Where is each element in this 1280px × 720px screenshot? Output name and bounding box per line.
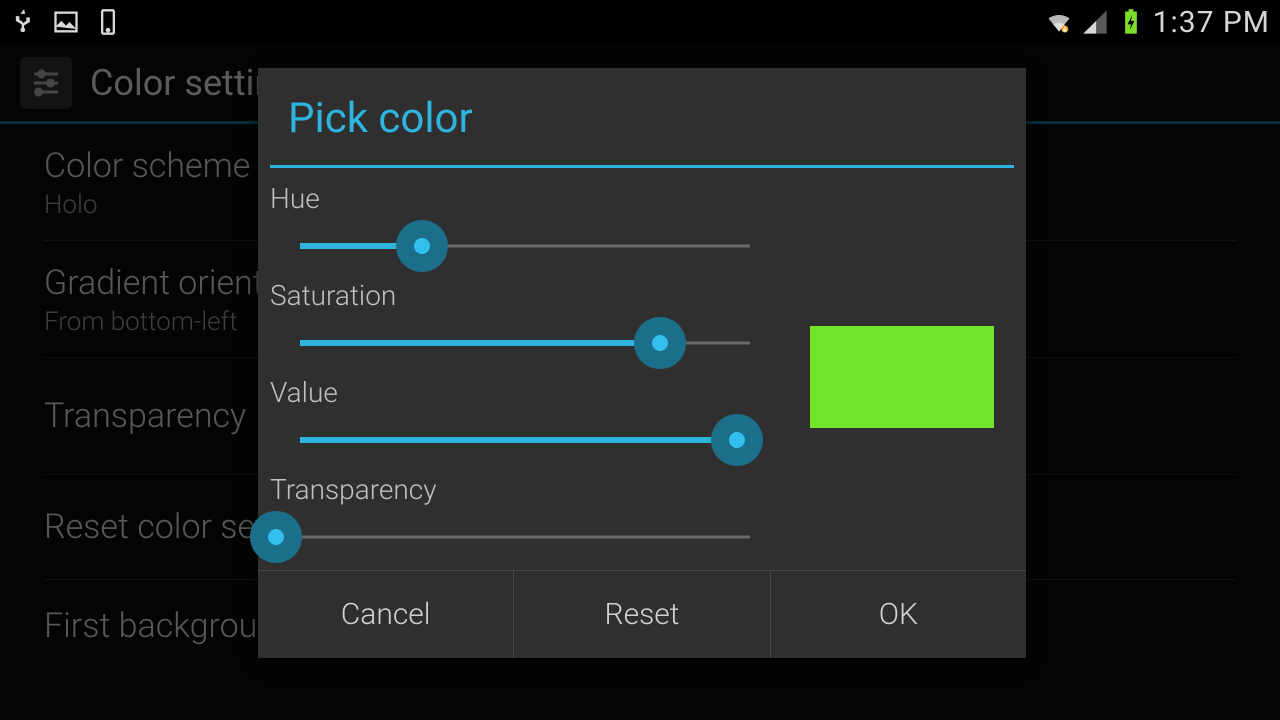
status-clock: 1:37 PM xyxy=(1153,5,1270,40)
saturation-slider[interactable] xyxy=(300,320,750,366)
signal-icon xyxy=(1081,8,1109,36)
value-slider[interactable] xyxy=(300,417,750,463)
hue-slider[interactable] xyxy=(300,223,750,269)
wifi-icon xyxy=(1045,8,1073,36)
transparency-slider[interactable] xyxy=(276,514,750,560)
image-icon xyxy=(52,8,80,36)
pick-color-dialog: Pick color Hue Saturation Value xyxy=(258,68,1026,658)
cancel-button[interactable]: Cancel xyxy=(258,571,514,658)
transparency-label: Transparency xyxy=(270,473,790,506)
hue-label: Hue xyxy=(270,182,790,215)
status-bar: 1:37 PM xyxy=(0,0,1280,44)
reset-button[interactable]: Reset xyxy=(514,571,770,658)
saturation-group: Saturation xyxy=(270,279,790,370)
transparency-group: Transparency xyxy=(270,473,790,564)
dialog-title: Pick color xyxy=(258,68,1026,165)
saturation-label: Saturation xyxy=(270,279,790,312)
value-group: Value xyxy=(270,376,790,467)
value-label: Value xyxy=(270,376,790,409)
usb-icon xyxy=(10,8,38,36)
phone-icon xyxy=(94,8,122,36)
hue-group: Hue xyxy=(270,182,790,273)
ok-button[interactable]: OK xyxy=(771,571,1026,658)
color-swatch xyxy=(810,326,994,428)
dialog-button-bar: Cancel Reset OK xyxy=(258,570,1026,658)
battery-icon xyxy=(1117,8,1145,36)
